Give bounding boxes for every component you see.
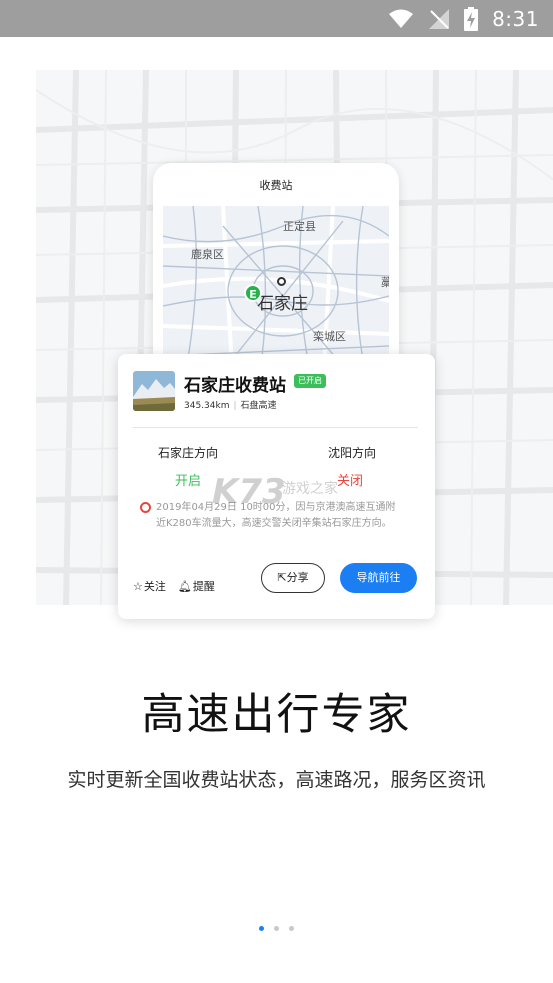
status-badge: 已开启 [294, 374, 326, 388]
bell-icon: 🔔︎ [177, 580, 192, 593]
page-dot[interactable] [259, 926, 264, 931]
status-bar: 8:31 [0, 0, 553, 37]
remind-label: 提醒 [192, 580, 215, 593]
toll-station-marker-icon[interactable]: E [244, 284, 262, 302]
direction-left-name: 石家庄方向 [158, 446, 219, 460]
page-dot[interactable] [274, 926, 279, 931]
city-center-marker [277, 277, 286, 286]
direction-left-state: 开启 [175, 474, 202, 489]
phone-mockup: 收费站 正定县 鹿泉区 石家庄 栾城区 藁 E [153, 163, 399, 383]
remind-button[interactable]: 🔔︎提醒 [178, 578, 215, 594]
map-label-edge: 藁 [381, 276, 389, 289]
map-label-luancheng: 栾城区 [313, 330, 346, 343]
status-time: 8:31 [492, 6, 539, 31]
card-actions: ☆关注 🔔︎提醒 [133, 578, 215, 594]
station-name: 石家庄收费站 [184, 376, 286, 396]
divider [133, 427, 418, 428]
share-button[interactable]: ⇱分享 [261, 563, 325, 593]
station-highway: 石盘高速 [240, 401, 277, 411]
follow-label: 关注 [143, 580, 166, 593]
direction-right-name: 沈阳方向 [328, 446, 377, 460]
no-signal-icon [429, 8, 450, 29]
battery-charging-icon [464, 6, 479, 31]
follow-button[interactable]: ☆关注 [133, 578, 166, 594]
page-subtitle: 实时更新全国收费站状态，高速路况，服务区资讯 [67, 769, 486, 791]
watermark-sub: 游戏之家 [282, 481, 338, 497]
map-label-city: 石家庄 [257, 294, 308, 314]
map-label-zhengding: 正定县 [283, 220, 316, 233]
share-label: 分享 [286, 571, 309, 584]
share-icon: ⇱ [277, 571, 287, 584]
star-icon: ☆ [133, 580, 143, 593]
station-thumbnail [133, 371, 175, 411]
wifi-icon [389, 9, 414, 28]
notice-icon [140, 502, 151, 513]
direction-right-state: 关闭 [337, 474, 364, 489]
onboarding-page: 8:31 收费站 正定县 鹿泉区 石家庄 栾城区 藁 E 石家庄收费站 已开启 … [0, 0, 553, 983]
phone-title: 收费站 [259, 179, 293, 192]
page-title: 高速出行专家 [141, 690, 412, 740]
station-meta: 345.34km | 石盘高速 [184, 401, 277, 411]
watermark-brand: K73 [212, 472, 286, 512]
map-label-luquan: 鹿泉区 [191, 248, 224, 261]
navigate-button[interactable]: 导航前往 [340, 563, 417, 593]
watermark-logo: K73 游戏之家 [212, 472, 338, 512]
page-indicator [0, 926, 553, 931]
station-distance: 345.34km [184, 401, 230, 411]
page-dot[interactable] [289, 926, 294, 931]
